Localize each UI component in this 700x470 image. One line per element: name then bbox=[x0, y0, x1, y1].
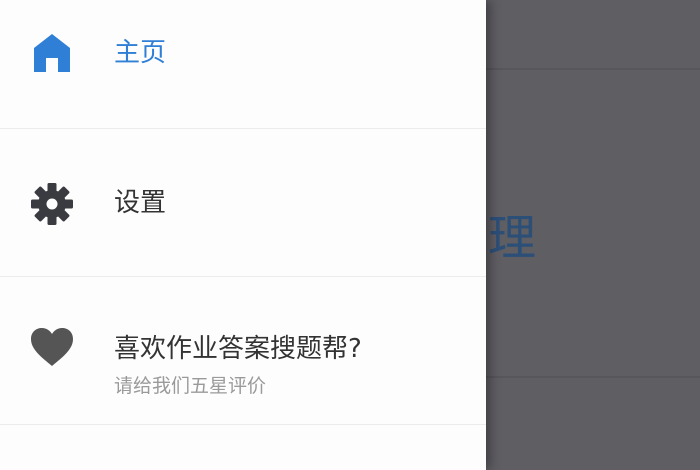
background-divider bbox=[486, 68, 700, 70]
drawer-item-rate-app[interactable]: 喜欢作业答案搜题帮? 请给我们五星评价 bbox=[0, 276, 486, 424]
heart-icon bbox=[31, 328, 73, 366]
drawer-item-settings[interactable]: 设置 bbox=[0, 128, 486, 276]
drawer-item-settings-label: 设置 bbox=[114, 188, 167, 218]
drawer-item-home-label: 主页 bbox=[114, 38, 167, 68]
gear-icon bbox=[31, 183, 73, 225]
drawer-item-home[interactable]: 主页 bbox=[0, 0, 486, 128]
drawer-item-rate-sublabel: 请给我们五星评价 bbox=[114, 375, 267, 397]
background-divider bbox=[486, 376, 700, 378]
navigation-drawer: 主页 设置 喜欢作业答案搜题帮? 请给我们五星评价 bbox=[0, 0, 486, 470]
app-screen: 物理 主页 设置 喜欢作业答案搜题帮? 请给我们五星评价 bbox=[0, 0, 700, 470]
drawer-item-rate-label: 喜欢作业答案搜题帮? bbox=[114, 334, 362, 364]
divider bbox=[0, 424, 486, 425]
home-icon bbox=[34, 34, 70, 72]
